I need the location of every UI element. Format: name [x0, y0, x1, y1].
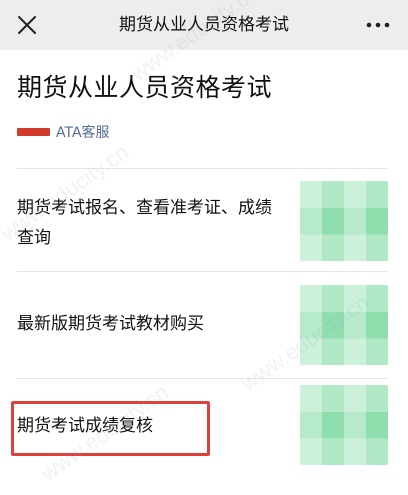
account-link[interactable]: ATA客服	[17, 122, 110, 142]
list-item-textbook[interactable]: 最新版期货考试教材购买	[0, 282, 408, 372]
article-title: 期货从业人员资格考试	[17, 73, 273, 102]
account-name: ATA客服	[56, 125, 110, 141]
item-thumbnail	[300, 181, 388, 261]
divider	[17, 378, 388, 379]
item-thumbnail	[300, 385, 388, 465]
divider	[17, 271, 388, 272]
close-icon[interactable]	[14, 12, 40, 38]
account-logo	[17, 128, 50, 136]
divider	[17, 168, 388, 169]
item-thumbnail	[300, 285, 388, 365]
item-label: 最新版期货考试教材购买	[17, 314, 204, 334]
nav-bar: 期货从业人员资格考试	[0, 0, 408, 50]
highlight-box	[11, 401, 210, 456]
nav-title: 期货从业人员资格考试	[119, 15, 289, 35]
item-label: 期货考试报名、查看准考证、成绩查询	[17, 198, 272, 248]
list-item-registration[interactable]: 期货考试报名、查看准考证、成绩查询	[0, 178, 408, 268]
more-icon[interactable]	[364, 14, 392, 36]
